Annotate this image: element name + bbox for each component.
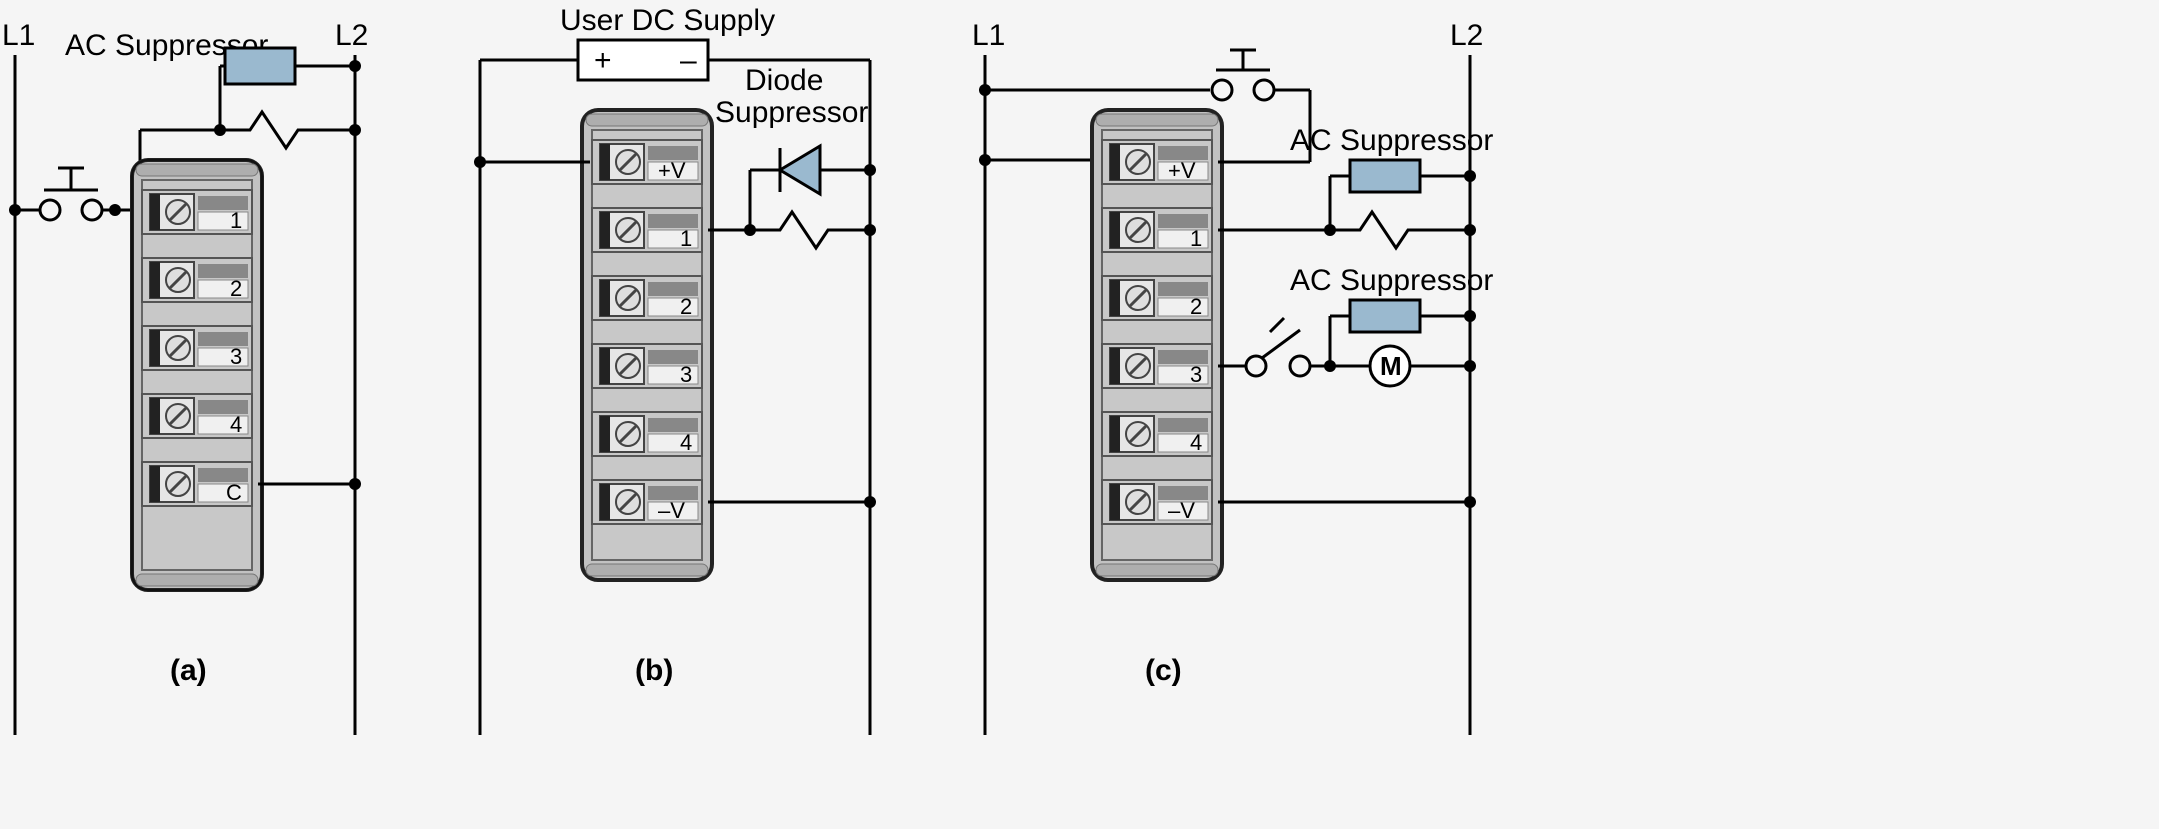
svg-text:3: 3 bbox=[1190, 362, 1202, 387]
svg-text:1: 1 bbox=[1190, 226, 1202, 251]
terminal-module-a: 1 2 3 4 C bbox=[132, 160, 262, 590]
coil-c1 bbox=[1330, 212, 1470, 248]
coil-b bbox=[750, 212, 870, 248]
ac-sup-label-c1: AC Suppressor bbox=[1290, 124, 1493, 157]
svg-text:2: 2 bbox=[1190, 294, 1202, 319]
l2-label-c: L2 bbox=[1450, 19, 1483, 52]
subfig-b: (b) bbox=[635, 654, 673, 687]
svg-text:–: – bbox=[680, 44, 697, 77]
svg-text:1: 1 bbox=[230, 208, 242, 233]
l1-label: L1 bbox=[2, 19, 35, 52]
svg-text:–V: –V bbox=[658, 498, 685, 523]
l1-label-c: L1 bbox=[972, 19, 1005, 52]
diagram-a: L1 L2 AC Suppressor 1 2 3 4 C (a) bbox=[2, 19, 368, 735]
svg-text:+: + bbox=[594, 44, 612, 77]
diagram-c: L1 L2 +V 1 2 3 4 –V AC Suppressor AC Sup… bbox=[972, 19, 1493, 735]
coil-a bbox=[220, 112, 355, 148]
l2-label: L2 bbox=[335, 19, 368, 52]
svg-text:+V: +V bbox=[658, 158, 686, 183]
ac-suppressor-block-a bbox=[225, 48, 295, 84]
svg-text:3: 3 bbox=[230, 344, 242, 369]
svg-text:3: 3 bbox=[680, 362, 692, 387]
diagram-b: User DC Supply + – Diode Suppressor +V 1… bbox=[474, 4, 876, 735]
motor-label: M bbox=[1380, 351, 1402, 381]
diode-icon bbox=[780, 146, 820, 194]
subfig-a: (a) bbox=[170, 654, 207, 687]
svg-text:–V: –V bbox=[1168, 498, 1195, 523]
ac-suppressor-c2 bbox=[1350, 300, 1420, 332]
svg-text:1: 1 bbox=[680, 226, 692, 251]
ac-sup-label-c2: AC Suppressor bbox=[1290, 264, 1493, 297]
svg-text:4: 4 bbox=[680, 430, 692, 455]
svg-text:4: 4 bbox=[1190, 430, 1202, 455]
terminal-module-b: +V 1 2 3 4 –V bbox=[582, 110, 712, 580]
svg-text:C: C bbox=[226, 480, 242, 505]
diode-label1: Diode bbox=[745, 64, 823, 97]
svg-text:+V: +V bbox=[1168, 158, 1196, 183]
svg-text:2: 2 bbox=[680, 294, 692, 319]
user-dc-label: User DC Supply bbox=[560, 4, 775, 37]
svg-text:4: 4 bbox=[230, 412, 242, 437]
diode-label2: Suppressor bbox=[715, 96, 868, 129]
ac-suppressor-c1 bbox=[1350, 160, 1420, 192]
svg-text:2: 2 bbox=[230, 276, 242, 301]
terminal-module-c: +V 1 2 3 4 –V bbox=[1092, 110, 1222, 580]
subfig-c: (c) bbox=[1145, 654, 1182, 687]
